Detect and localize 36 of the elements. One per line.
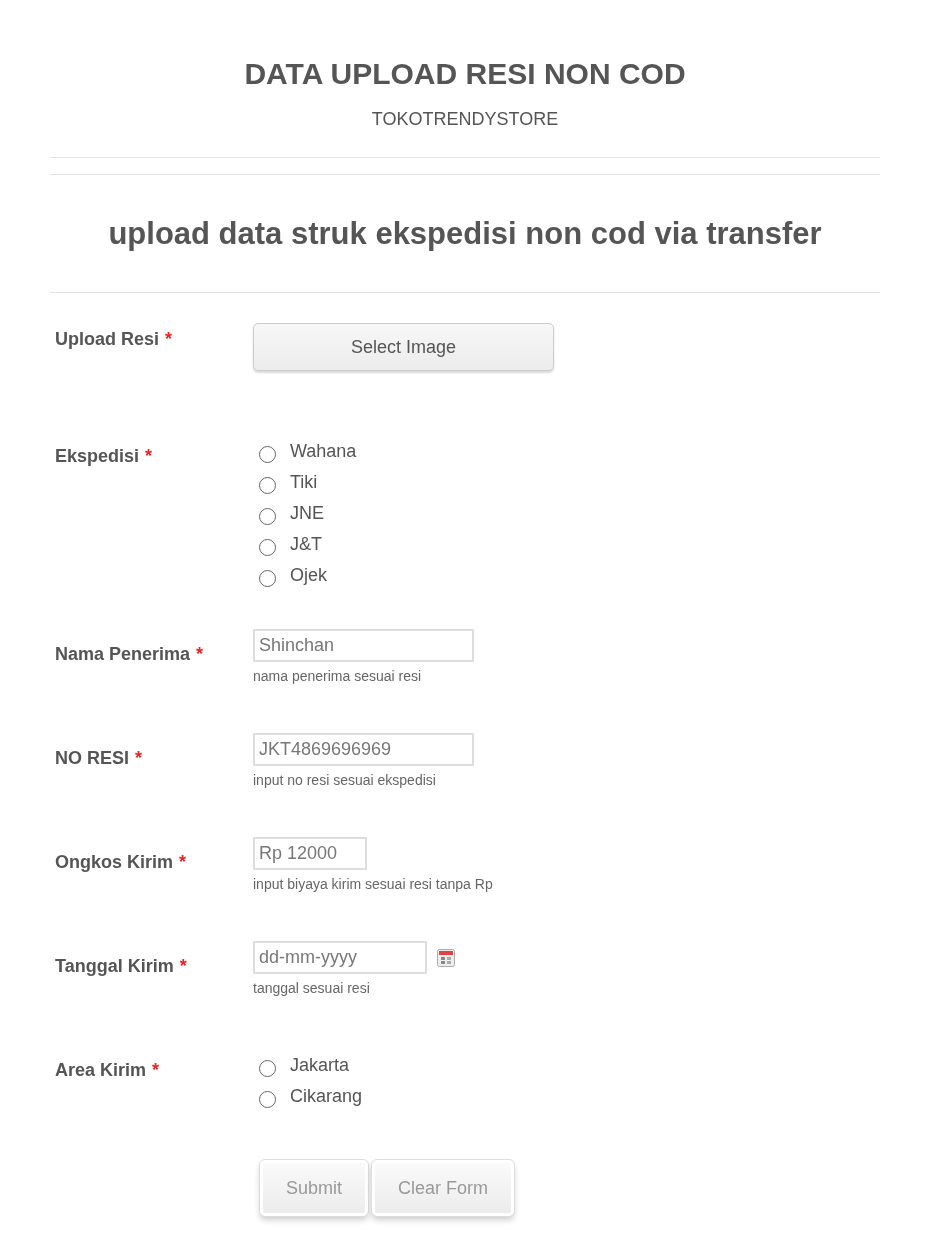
required-mark: *: [179, 956, 187, 977]
calendar-icon[interactable]: [437, 948, 455, 967]
text-field[interactable]: JKT4869696969: [253, 733, 474, 767]
text-field[interactable]: Shinchan: [253, 629, 474, 663]
option-label: Tiki: [290, 471, 318, 495]
option-label: Ojek: [290, 564, 327, 588]
field-label: Ekspedisi: [55, 446, 140, 467]
field-label: Area Kirim: [55, 1060, 147, 1081]
submit-button[interactable]: Submit: [260, 1160, 368, 1217]
required-mark: *: [135, 748, 143, 769]
field-label: Upload Resi: [55, 329, 160, 350]
section-heading: upload data struk ekspedisi non cod via transfer: [107, 215, 823, 253]
required-mark: *: [152, 1060, 160, 1081]
required-mark: *: [165, 329, 173, 350]
field-label: NO RESI: [55, 748, 129, 769]
field-label: Ongkos Kirim: [55, 852, 174, 873]
clear-form-button[interactable]: Clear Form: [372, 1160, 514, 1217]
field-label: Tanggal Kirim: [55, 956, 174, 977]
field-label: Nama Penerima: [55, 644, 191, 665]
required-mark: *: [196, 644, 204, 665]
option-label: J&T: [290, 533, 322, 557]
select-image-button[interactable]: Select Image: [253, 323, 554, 372]
field-hint: nama penerima sesuai resi: [253, 667, 423, 687]
option-label: Wahana: [290, 440, 357, 464]
form-subtitle: TOKOTRENDYSTORE: [370, 108, 560, 131]
option-label: Cikarang: [290, 1085, 363, 1109]
field-hint: tanggal sesuai resi: [253, 979, 371, 999]
required-mark: *: [145, 446, 153, 467]
option-label: Jakarta: [290, 1054, 350, 1078]
date-field[interactable]: dd-mm-yyyy: [253, 941, 427, 975]
text-field[interactable]: Rp 12000: [253, 837, 367, 871]
form-title: DATA UPLOAD RESI NON COD: [243, 56, 687, 92]
required-mark: *: [179, 852, 187, 873]
field-hint: input no resi sesuai ekspedisi: [253, 771, 437, 791]
field-hint: input biyaya kirim sesuai resi tanpa Rp: [253, 875, 493, 895]
option-label: JNE: [290, 502, 324, 526]
